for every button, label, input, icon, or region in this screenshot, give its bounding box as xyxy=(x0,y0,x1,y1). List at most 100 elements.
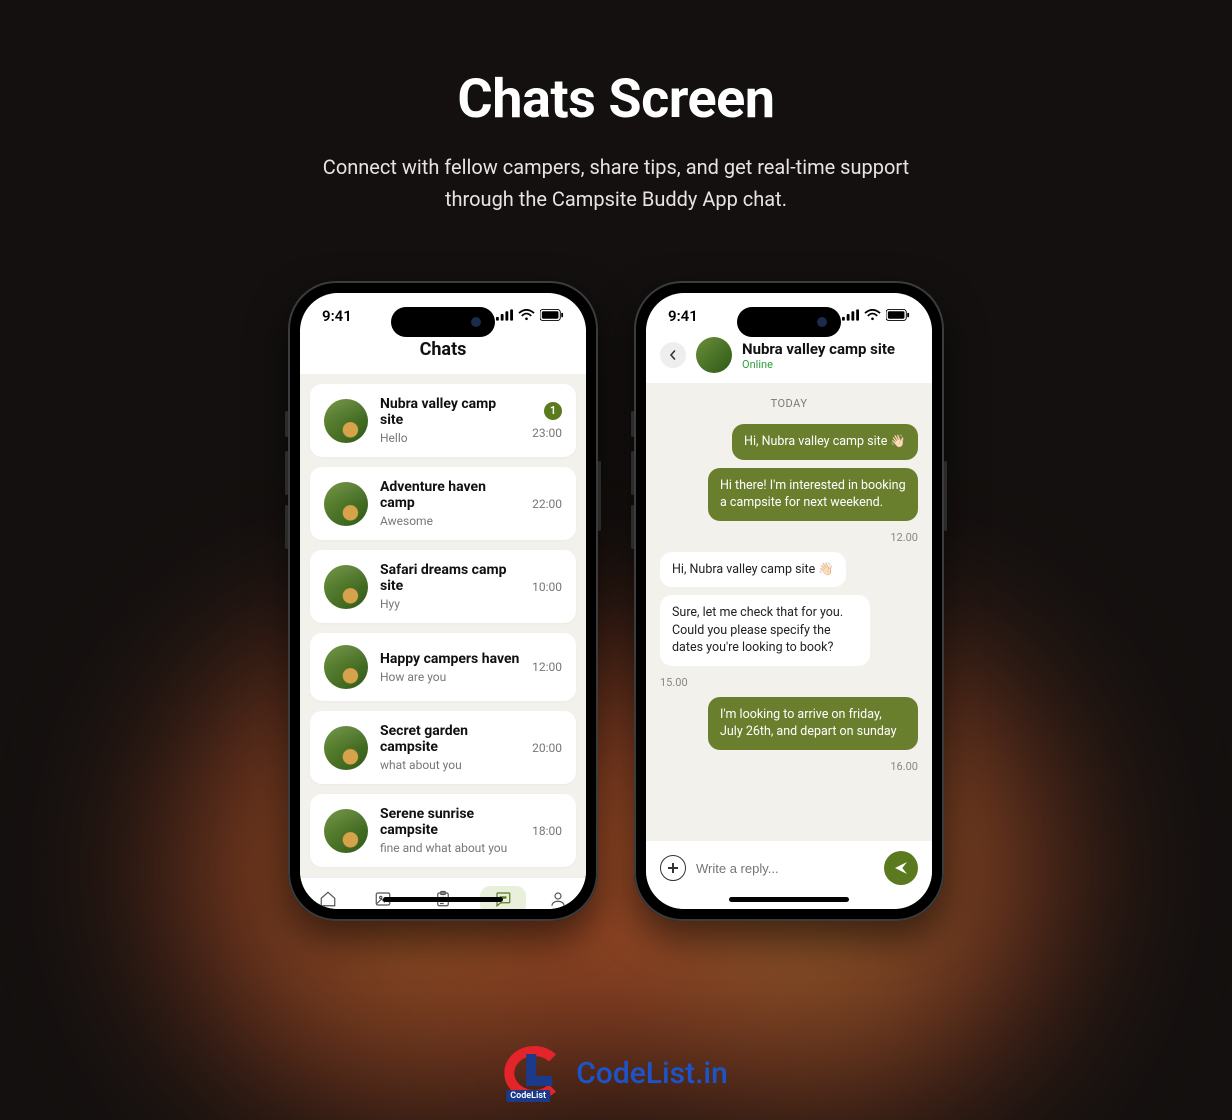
chat-name: Secret garden campsite xyxy=(380,723,520,755)
chat-name: Adventure haven camp xyxy=(380,479,520,511)
avatar xyxy=(324,565,368,609)
chat-list-item[interactable]: Serene sunrise campsite fine and what abo… xyxy=(310,794,576,867)
avatar xyxy=(324,399,368,443)
chat-list-item[interactable]: Nubra valley camp site Hello 1 23:00 xyxy=(310,384,576,457)
wifi-icon xyxy=(864,307,881,325)
brand-logo-sub: CodeList xyxy=(506,1090,550,1102)
chevron-left-icon xyxy=(668,350,678,360)
add-attachment-button[interactable] xyxy=(660,855,686,881)
message-received: Hi, Nubra valley camp site 👋🏻 xyxy=(660,552,846,588)
send-icon xyxy=(893,860,909,876)
chat-name: Nubra valley camp site xyxy=(380,396,520,428)
chat-list-item[interactable]: Happy campers haven How are you 12:00 xyxy=(310,633,576,701)
message-sent: Hi, Nubra valley camp site 👋🏻 xyxy=(732,424,918,460)
chat-preview: Hello xyxy=(380,431,520,445)
message-row: I'm looking to arrive on friday, July 26… xyxy=(660,697,918,750)
avatar xyxy=(324,726,368,770)
phone-side-button xyxy=(631,411,634,437)
message-time-row: 12.00 xyxy=(660,529,918,544)
chat-preview: How are you xyxy=(380,670,520,684)
tab-bar: Home Gallery My bookings Chat xyxy=(300,877,586,909)
message-received: Sure, let me check that for you. Could y… xyxy=(660,595,870,666)
chat-name: Serene sunrise campsite xyxy=(380,806,520,838)
phone-left: 9:41 Chats Nubra valley camp siteHello12… xyxy=(288,281,598,921)
home-indicator xyxy=(383,897,503,902)
status-icons xyxy=(496,307,564,325)
unread-badge: 1 xyxy=(544,402,562,420)
plus-icon xyxy=(667,862,679,874)
avatar xyxy=(324,482,368,526)
phone-screen: 9:41 Nubra valley camp site Online xyxy=(646,293,932,909)
phone-side-button xyxy=(944,461,947,531)
hero-subtitle: Connect with fellow campers, share tips,… xyxy=(296,151,936,215)
message-sent: Hi there! I'm interested in booking a ca… xyxy=(708,468,918,521)
chat-list-item[interactable]: Adventure haven camp Awesome 22:00 xyxy=(310,467,576,540)
phone-side-button xyxy=(631,505,634,549)
chat-time: 12:00 xyxy=(532,660,562,674)
phone-notch xyxy=(737,307,841,337)
status-time: 9:41 xyxy=(668,307,698,325)
hero-section: Chats Screen Connect with fellow campers… xyxy=(0,0,1232,235)
message-time-row: 16.00 xyxy=(660,758,918,773)
home-icon xyxy=(305,886,351,909)
reply-input[interactable] xyxy=(696,861,874,876)
conversation-title: Nubra valley camp site xyxy=(742,340,895,358)
chat-list-item[interactable]: Secret garden campsite what about you 20:0… xyxy=(310,711,576,784)
message-row: Hi, Nubra valley camp site 👋🏻 xyxy=(660,424,918,460)
chat-time: 23:00 xyxy=(532,426,562,440)
status-time: 9:41 xyxy=(322,307,352,325)
message-time: 16.00 xyxy=(890,760,918,773)
chat-name: Safari dreams camp site xyxy=(380,562,520,594)
chat-time: 18:00 xyxy=(532,824,562,838)
chat-list-item[interactable]: Safari dreams camp site Hyy 10:00 xyxy=(310,550,576,623)
battery-icon xyxy=(540,307,564,325)
phone-mockups: 9:41 Chats Nubra valley camp siteHello12… xyxy=(0,281,1232,921)
wifi-icon xyxy=(518,307,535,325)
conversation-body[interactable]: TODAY Hi, Nubra valley camp site 👋🏻 Hi th… xyxy=(646,383,932,841)
message-time-row: 15.00 xyxy=(660,674,918,689)
avatar xyxy=(696,337,732,373)
battery-icon xyxy=(886,307,910,325)
phone-side-button xyxy=(285,505,288,549)
profile-icon xyxy=(535,886,581,909)
chat-preview: Hyy xyxy=(380,597,520,611)
chats-list[interactable]: Nubra valley camp site Hello 1 23:00 Adventu… xyxy=(300,374,586,877)
chat-time: 10:00 xyxy=(532,580,562,594)
brand-text: CodeList.in xyxy=(576,1056,728,1091)
signal-icon xyxy=(842,307,859,325)
message-row: Hi there! I'm interested in booking a ca… xyxy=(660,468,918,521)
chat-time: 20:00 xyxy=(532,741,562,755)
brand-footer: CodeList CodeList.in xyxy=(504,1046,728,1100)
phone-side-button xyxy=(598,461,601,531)
back-button[interactable] xyxy=(660,342,686,368)
status-icons xyxy=(842,307,910,325)
tab-home[interactable]: Home xyxy=(305,886,351,909)
hero-title: Chats Screen xyxy=(0,68,1232,131)
tab-profile[interactable]: Profile xyxy=(535,886,581,909)
phone-side-button xyxy=(285,411,288,437)
message-time: 15.00 xyxy=(660,676,688,689)
signal-icon xyxy=(496,307,513,325)
send-button[interactable] xyxy=(884,851,918,885)
phone-notch xyxy=(391,307,495,337)
message-time: 12.00 xyxy=(890,531,918,544)
conversation-status: Online xyxy=(742,358,895,371)
phone-right: 9:41 Nubra valley camp site Online xyxy=(634,281,944,921)
chat-time: 22:00 xyxy=(532,497,562,511)
brand-logo: CodeList xyxy=(504,1046,564,1100)
phone-side-button xyxy=(285,451,288,495)
chat-preview: what about you xyxy=(380,758,520,772)
chat-name: Happy campers haven xyxy=(380,651,520,667)
message-row: Hi, Nubra valley camp site 👋🏻 xyxy=(660,552,918,588)
chat-preview: Awesome xyxy=(380,514,520,528)
phone-screen: 9:41 Chats Nubra valley camp siteHello12… xyxy=(300,293,586,909)
home-indicator xyxy=(729,897,849,902)
avatar xyxy=(324,809,368,853)
phone-side-button xyxy=(631,451,634,495)
chat-preview: fine and what about you xyxy=(380,841,520,855)
message-sent: I'm looking to arrive on friday, July 26… xyxy=(708,697,918,750)
conversation-header: Nubra valley camp site Online xyxy=(646,329,932,383)
date-separator: TODAY xyxy=(660,397,918,410)
message-row: Sure, let me check that for you. Could y… xyxy=(660,595,918,666)
avatar xyxy=(324,645,368,689)
